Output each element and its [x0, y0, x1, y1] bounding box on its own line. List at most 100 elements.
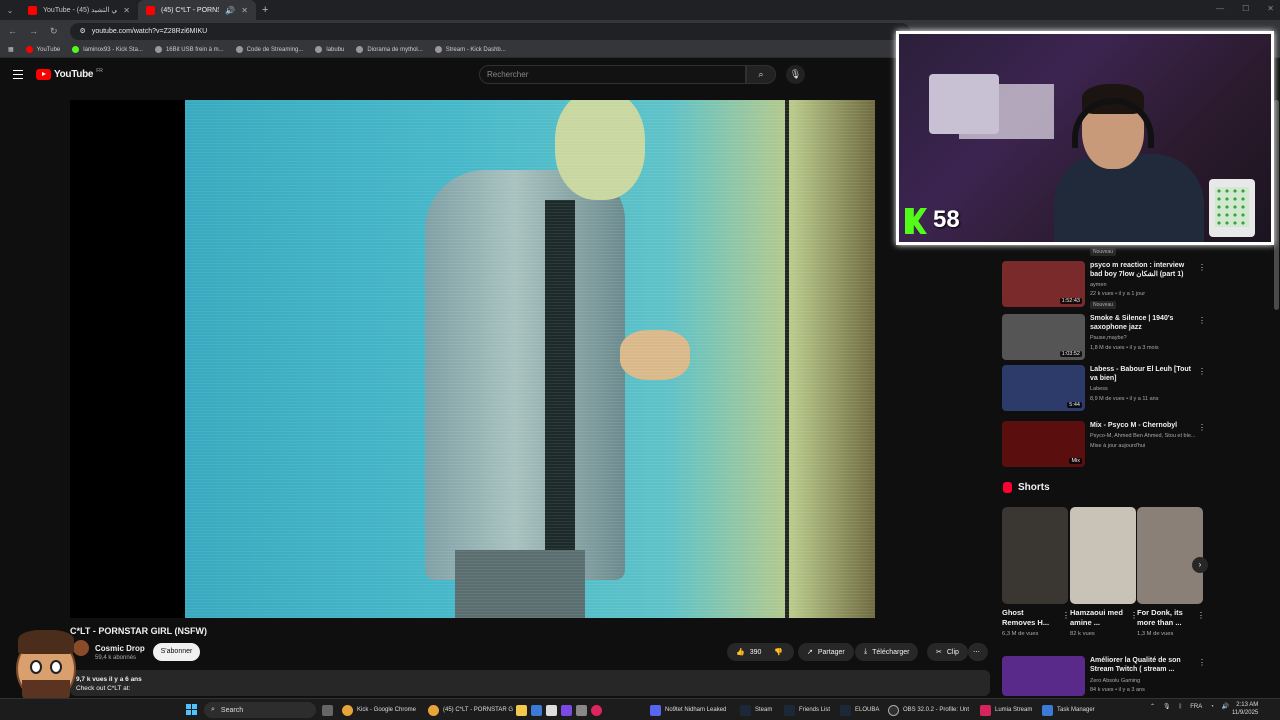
short-thumbnail[interactable]: [1002, 507, 1068, 604]
tab-video[interactable]: (45) C*LT - PORNSTAR GIRL 🔊 ✕: [138, 0, 256, 20]
rec-title[interactable]: Mix - Psyco M - Chernobyl: [1090, 421, 1194, 430]
short-thumbnail[interactable]: [1070, 507, 1136, 604]
language-indicator[interactable]: FRA: [1190, 704, 1202, 710]
new-tab-button[interactable]: +: [256, 4, 274, 16]
maximize-icon[interactable]: ☐: [1242, 4, 1249, 13]
short-title[interactable]: Hamzaoui med amine ...: [1070, 608, 1126, 628]
taskbar-pinned[interactable]: [516, 702, 602, 718]
back-icon[interactable]: ←: [8, 26, 17, 36]
taskbar-app[interactable]: (45) C*LT - PORNSTAR G: [428, 702, 513, 718]
video-player[interactable]: [70, 100, 875, 618]
taskbar-search[interactable]: ⌕ Search: [204, 702, 316, 718]
recommended-video[interactable]: 1:03:52 Smoke & Silence | 1940's saxopho…: [1002, 314, 1206, 360]
more-vert-icon[interactable]: ⋮: [1198, 367, 1206, 376]
rec-channel[interactable]: aymen: [1090, 282, 1200, 288]
shorts-next-button[interactable]: ›: [1192, 557, 1208, 573]
recommended-video[interactable]: Améliorer la Qualité de son Stream Twitc…: [1002, 656, 1206, 696]
rec-channel[interactable]: Zero Absolu Gaming: [1090, 678, 1200, 684]
volume-icon[interactable]: 🔊: [1222, 703, 1229, 710]
tab-search-icon[interactable]: ⌄: [0, 6, 20, 15]
more-vert-icon[interactable]: ⋮: [1198, 263, 1206, 272]
reload-icon[interactable]: ↻: [50, 26, 58, 37]
video-thumbnail[interactable]: 1:52:43: [1002, 261, 1085, 307]
bookmark-item[interactable]: Diorama de mythol...: [356, 46, 423, 53]
bookmark-item[interactable]: Stream - Kick Dashb...: [434, 46, 506, 53]
rec-channel[interactable]: Psyco-M, Ahmed Ben Ahmed, Stou et ble...: [1090, 433, 1200, 439]
windows-start-icon[interactable]: [186, 704, 197, 715]
voice-search-button[interactable]: 🎙: [786, 65, 805, 84]
short-title[interactable]: For Donk, its more than ...: [1137, 608, 1193, 628]
taskbar-app[interactable]: OBS 32.0.2 - Profile: Unt: [888, 702, 969, 718]
search-input[interactable]: Rechercher: [479, 65, 746, 84]
steam-icon: [740, 704, 751, 716]
more-vert-icon[interactable]: ⋮: [1198, 316, 1206, 325]
youtube-favicon-icon: [146, 5, 155, 15]
close-tab-icon[interactable]: ✕: [241, 6, 248, 15]
like-icon[interactable]: 👍: [736, 648, 745, 656]
more-actions-button[interactable]: ⋯: [968, 643, 988, 661]
short-item[interactable]: For Donk, its more than ... 1,3 M de vue…: [1137, 507, 1205, 637]
clock[interactable]: 2:13 AM 11/9/2025: [1232, 701, 1258, 717]
search-button[interactable]: ⌕: [746, 65, 776, 84]
hamburger-menu-icon[interactable]: [13, 70, 23, 79]
description-box[interactable]: 9,7 k vues il y a 6 ans Check out C*LT a…: [70, 670, 990, 696]
more-vert-icon[interactable]: ⋮: [1062, 611, 1070, 620]
close-window-icon[interactable]: ✕: [1267, 4, 1274, 13]
taskbar-app[interactable]: Friends List: [784, 702, 830, 718]
taskbar-app[interactable]: Lumia Stream: [980, 702, 1032, 718]
subscribe-button[interactable]: S'abonner: [153, 643, 200, 661]
taskbar-app[interactable]: Steam: [740, 702, 772, 718]
bookmark-item[interactable]: 16Bit USB frein à m...: [154, 46, 224, 53]
wifi-icon[interactable]: ◔: [1210, 704, 1214, 710]
rec-title[interactable]: Labess - Babour El Leuh [Tout va bien]: [1090, 365, 1194, 383]
recommended-video[interactable]: 5:44 Labess - Babour El Leuh [Tout va bi…: [1002, 365, 1206, 411]
speaker-icon[interactable]: 🔊: [225, 6, 235, 15]
duration-badge: 1:52:43: [1059, 298, 1082, 304]
rec-title[interactable]: Smoke & Silence | 1940's saxophone jazz: [1090, 314, 1194, 332]
like-count[interactable]: 390: [750, 649, 762, 656]
address-bar[interactable]: ⚙ youtube.com/watch?v=Z28Rzi6MIKU: [69, 22, 910, 40]
dislike-icon[interactable]: 👎: [774, 648, 783, 656]
more-vert-icon[interactable]: ⋮: [1197, 611, 1205, 620]
rec-channel[interactable]: Labess: [1090, 386, 1200, 392]
youtube-logo[interactable]: YouTube FR: [36, 68, 103, 80]
channel-name[interactable]: Cosmic Drop: [95, 644, 145, 653]
bookmark-item[interactable]: labubu: [315, 46, 344, 53]
short-thumbnail[interactable]: [1137, 507, 1203, 604]
recommended-video[interactable]: Mix Mix - Psyco M - Chernobyl Psyco-M, A…: [1002, 421, 1206, 467]
taskbar-app[interactable]: No9tet Nidham Leaked: [650, 702, 726, 718]
mic-icon[interactable]: 🎙: [1163, 703, 1171, 710]
site-info-icon[interactable]: ⚙: [80, 27, 86, 35]
chevron-up-icon[interactable]: ⌃: [1150, 703, 1155, 710]
minimize-icon[interactable]: —: [1216, 4, 1224, 13]
more-vert-icon[interactable]: ⋮: [1198, 658, 1206, 667]
video-thumbnail[interactable]: Mix: [1002, 421, 1085, 467]
apps-icon[interactable]: ▦: [8, 46, 14, 53]
taskbar-app[interactable]: Task Manager: [1042, 702, 1095, 718]
bookmark-item[interactable]: YouTube: [25, 46, 60, 53]
share-button[interactable]: ↗ Partager: [798, 643, 854, 661]
task-view-icon[interactable]: [322, 702, 333, 718]
video-thumbnail[interactable]: [1002, 656, 1085, 696]
video-thumbnail[interactable]: 1:03:52: [1002, 314, 1085, 360]
video-thumbnail[interactable]: 5:44: [1002, 365, 1085, 411]
close-tab-icon[interactable]: ✕: [123, 6, 130, 15]
short-item[interactable]: Ghost Removes H... 6,3 M de vues ⋮: [1002, 507, 1070, 637]
scrollbar[interactable]: [1274, 100, 1279, 310]
forward-icon[interactable]: →: [29, 26, 38, 36]
rec-title[interactable]: psyco m reaction : interview bad boy 7lo…: [1090, 261, 1194, 279]
taskbar-app[interactable]: ELOUBA: [840, 702, 879, 718]
clip-button[interactable]: ✂ Clip: [927, 643, 968, 661]
download-button[interactable]: ⤓ Télécharger: [855, 643, 919, 661]
bookmark-item[interactable]: Code de Streaming...: [235, 46, 303, 53]
taskbar-app[interactable]: Kick - Google Chrome: [342, 702, 416, 718]
rec-channel[interactable]: Pause,maybe?: [1090, 335, 1200, 341]
short-item[interactable]: Hamzaoui med amine ... 82 k vues ⋮: [1070, 507, 1138, 637]
more-vert-icon[interactable]: ⋮: [1198, 423, 1206, 432]
bluetooth-icon[interactable]: ᛒ: [1179, 704, 1183, 710]
recommended-video[interactable]: 1:52:43 psyco m reaction : interview bad…: [1002, 261, 1206, 309]
short-title[interactable]: Ghost Removes H...: [1002, 608, 1058, 628]
tab-youtube[interactable]: YouTube - ماركي التشيد (45) ✕: [20, 0, 138, 20]
bookmark-item[interactable]: laminox93 - Kick Sta...: [72, 46, 143, 53]
rec-title[interactable]: Améliorer la Qualité de son Stream Twitc…: [1090, 656, 1194, 674]
